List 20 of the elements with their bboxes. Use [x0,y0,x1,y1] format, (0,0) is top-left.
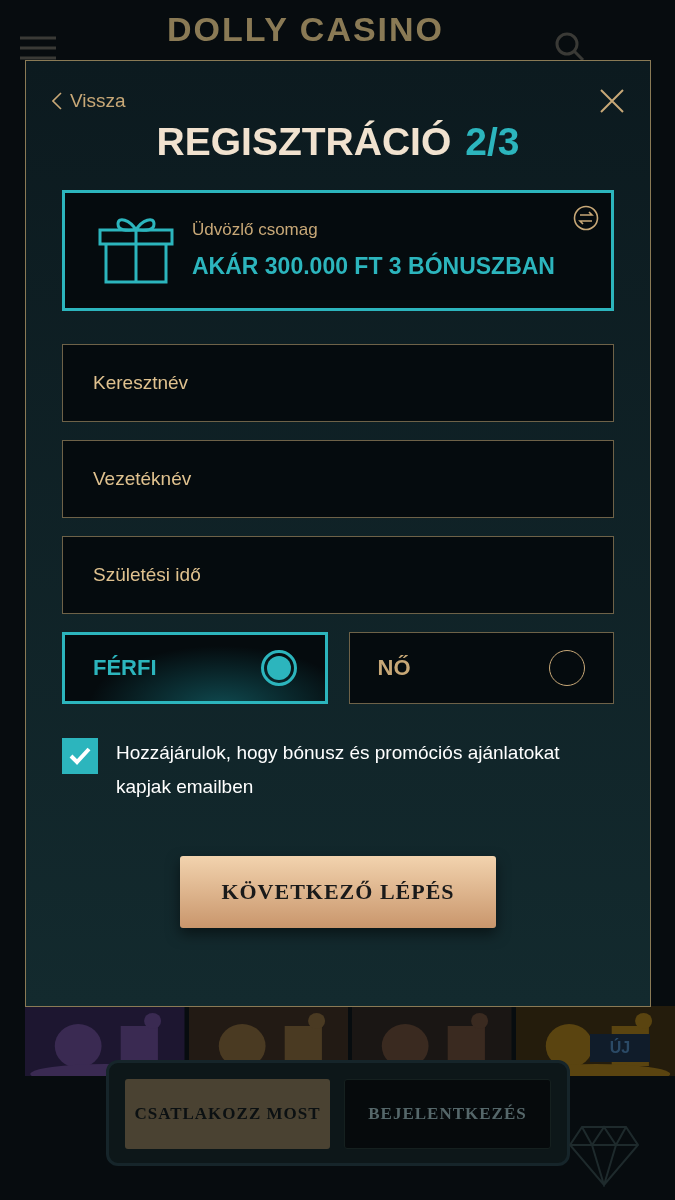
input-field[interactable]: Keresztnév [62,343,614,422]
logo-text: DOLLY CASINO [166,12,445,46]
promo-offer: AKÁR 300.000 FT 3 BÓNUSZBAN [192,251,555,281]
checkmark-icon [68,745,92,766]
checkbox[interactable] [62,737,98,774]
consent-text: Hozzájárulok, hogy bónusz és promóciós ajánlatokat kapjak emailben [116,740,561,799]
input-field[interactable]: Születési idő [62,535,614,614]
gender-option[interactable]: NŐ [348,631,614,704]
title-text: REGISZTRÁCIÓ [156,118,452,165]
radio-indicator [260,649,297,686]
promo-label: Üdvözlő csomag [192,219,319,241]
back-link[interactable]: Vissza [52,87,126,116]
gender-option[interactable]: FÉRFI [62,631,328,704]
swap-icon[interactable] [573,204,599,231]
next-step-button[interactable]: KÖVETKEZŐ LÉPÉS [180,855,496,928]
chevron-left-icon [52,92,62,111]
step-counter: 2/3 [465,118,520,165]
new-badge: ÚJ [590,1034,650,1062]
close-icon[interactable] [600,89,624,114]
input-field[interactable]: Vezetéknév [62,439,614,518]
